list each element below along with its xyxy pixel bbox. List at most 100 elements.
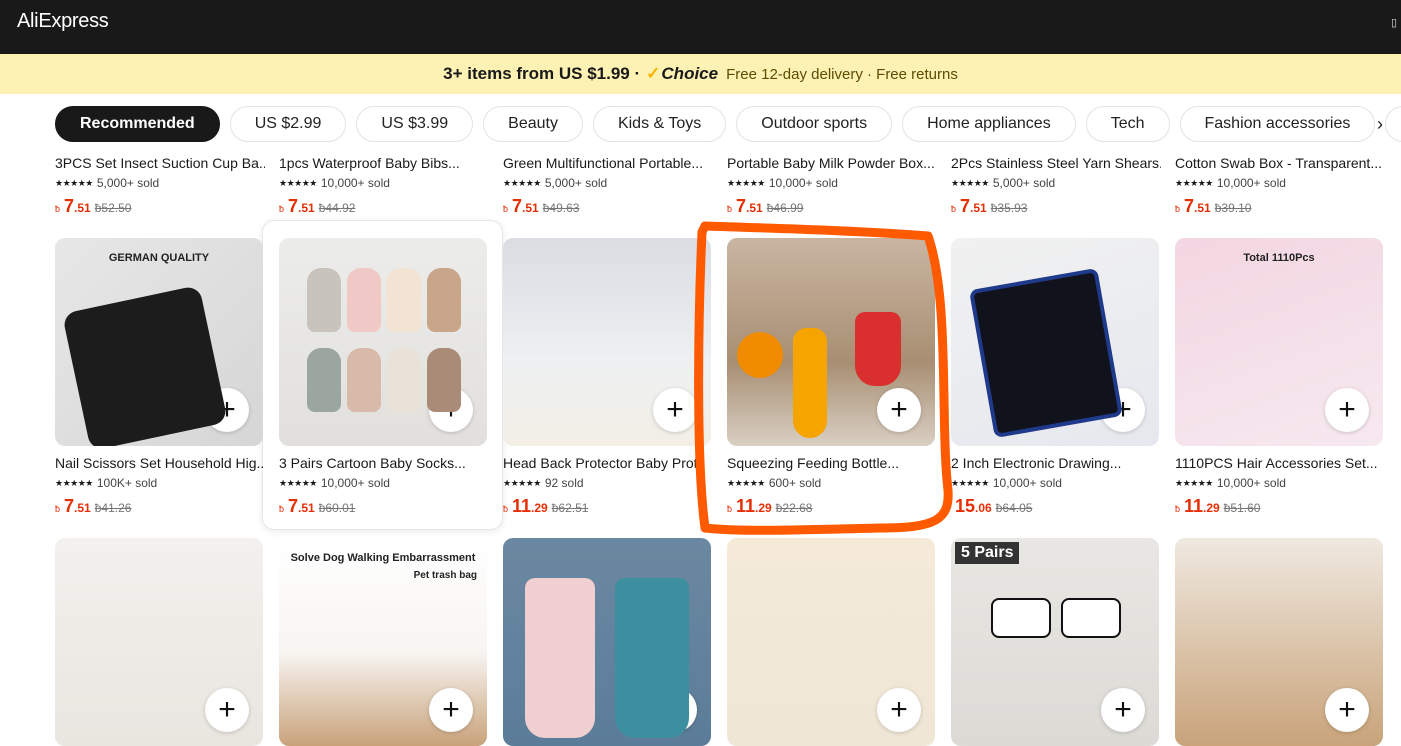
- rating-stars-icon: ★★★★★: [727, 477, 765, 488]
- product-rating: ★★★★★ 92 sold: [503, 476, 584, 490]
- sold-count: 10,000+ sold: [320, 176, 390, 190]
- category-chip[interactable]: US $3.99: [356, 106, 474, 142]
- product-price: ƀ 7 .51 ƀ52.50: [55, 196, 131, 217]
- add-to-cart-icon[interactable]: +: [653, 388, 697, 432]
- aliexpress-logo[interactable]: AliExpress: [17, 10, 109, 33]
- add-to-cart-icon[interactable]: +: [429, 688, 473, 732]
- price-decimal: .29: [531, 501, 548, 515]
- price-decimal: .51: [970, 201, 987, 215]
- original-price: ƀ22.68: [775, 501, 813, 515]
- product-rating: ★★★★★ 10,000+ sold: [1175, 476, 1286, 490]
- category-chip[interactable]: Beauty: [483, 106, 583, 142]
- product-image[interactable]: +: [279, 238, 487, 446]
- price-integer: 7: [960, 196, 971, 216]
- original-price: ƀ41.26: [94, 501, 132, 515]
- sock-shape: [387, 348, 421, 412]
- rating-stars-icon: ★★★★★: [951, 477, 989, 488]
- product-image[interactable]: +: [55, 538, 263, 746]
- currency-symbol: ƀ: [55, 204, 61, 214]
- orange-shape: [737, 332, 783, 378]
- category-chip[interactable]: Recommended: [55, 106, 220, 142]
- category-chip-bar: Recommended US $2.99 US $3.99 Beauty Kids & …: [55, 106, 1401, 142]
- bottle-shape: [855, 312, 901, 386]
- currency-symbol: ƀ: [279, 504, 285, 514]
- price-integer: 7: [64, 496, 75, 516]
- original-price: ƀ44.92: [318, 201, 356, 215]
- product-image[interactable]: Total 1110Pcs +: [1175, 238, 1383, 446]
- price-integer: 11: [512, 496, 532, 516]
- currency-symbol: ƀ: [55, 504, 61, 514]
- promo-headline: 3+ items from US $1.99 ·: [443, 64, 641, 83]
- product-title[interactable]: 2 Inch Electronic Drawing...: [951, 455, 1161, 471]
- sold-count: 600+ sold: [768, 476, 822, 490]
- qr-code-icon[interactable]: ▯: [1391, 16, 1401, 30]
- rating-stars-icon: ★★★★★: [503, 477, 541, 488]
- product-image[interactable]: +: [503, 538, 711, 746]
- product-rating: ★★★★★ 5,000+ sold: [503, 176, 607, 190]
- product-title[interactable]: 1110PCS Hair Accessories Set...: [1175, 455, 1385, 471]
- choice-badge: ✓ Choice: [646, 64, 718, 84]
- sock-shape: [991, 598, 1051, 638]
- product-image[interactable]: +: [727, 538, 935, 746]
- category-chip[interactable]: Fashion accessories: [1179, 106, 1376, 142]
- original-price: ƀ60.01: [318, 501, 356, 515]
- product-image[interactable]: +: [727, 238, 935, 446]
- price-decimal: .29: [755, 501, 772, 515]
- rating-stars-icon: ★★★★★: [951, 177, 989, 188]
- original-price: ƀ35.93: [990, 201, 1028, 215]
- rating-stars-icon: ★★★★★: [1175, 477, 1213, 488]
- currency-symbol: ƀ: [1175, 204, 1181, 214]
- product-image[interactable]: +: [503, 238, 711, 446]
- add-to-cart-icon[interactable]: +: [877, 388, 921, 432]
- product-rating: ★★★★★ 5,000+ sold: [951, 176, 1055, 190]
- rating-stars-icon: ★★★★★: [1175, 177, 1213, 188]
- product-title[interactable]: Nail Scissors Set Household Hig...: [55, 455, 265, 471]
- add-to-cart-icon[interactable]: +: [205, 688, 249, 732]
- promo-subtext: Free 12-day delivery · Free returns: [726, 65, 958, 83]
- add-to-cart-icon[interactable]: +: [877, 688, 921, 732]
- product-image[interactable]: Solve Dog Walking Embarrassment Pet trash…: [279, 538, 487, 746]
- sold-count: 5,000+ sold: [96, 176, 160, 190]
- add-to-cart-icon[interactable]: +: [1325, 688, 1369, 732]
- sock-shape: [387, 268, 421, 332]
- product-title[interactable]: 3PCS Set Insect Suction Cup Ba...: [55, 155, 265, 171]
- sock-shape: [347, 348, 381, 412]
- chevron-right-icon[interactable]: ›: [1368, 112, 1392, 136]
- product-price: ƀ 7 .51 ƀ41.26: [55, 496, 131, 517]
- rating-stars-icon: ★★★★★: [279, 177, 317, 188]
- product-title[interactable]: Squeezing Feeding Bottle...: [727, 455, 937, 471]
- product-title[interactable]: Cotton Swab Box - Transparent...: [1175, 155, 1385, 171]
- currency-symbol: ƀ: [279, 204, 285, 214]
- product-price: ƀ 7 .51 ƀ44.92: [279, 196, 355, 217]
- product-title[interactable]: 1pcs Waterproof Baby Bibs...: [279, 155, 489, 171]
- currency-symbol: ƀ: [727, 504, 733, 514]
- product-title[interactable]: Green Multifunctional Portable...: [503, 155, 713, 171]
- rating-stars-icon: ★★★★★: [55, 177, 93, 188]
- original-price: ƀ46.99: [766, 201, 804, 215]
- category-chip[interactable]: Kids & Toys: [592, 106, 727, 142]
- product-price: ƀ 11 .29 ƀ62.51: [503, 496, 588, 517]
- product-title[interactable]: Head Back Protector Baby Prot: [503, 455, 713, 471]
- product-image[interactable]: GERMAN QUALITY +: [55, 238, 263, 446]
- choice-promo-banner[interactable]: 3+ items from US $1.99 · ✓ Choice Free 12…: [0, 54, 1401, 94]
- add-to-cart-icon[interactable]: +: [1325, 388, 1369, 432]
- price-integer: 7: [64, 196, 75, 216]
- add-to-cart-icon[interactable]: +: [1101, 688, 1145, 732]
- sold-count: 10,000+ sold: [768, 176, 838, 190]
- rating-stars-icon: ★★★★★: [503, 177, 541, 188]
- rating-stars-icon: ★★★★★: [55, 477, 93, 488]
- sold-count: 5,000+ sold: [544, 176, 608, 190]
- product-price: ƀ 7 .51 ƀ60.01: [279, 496, 355, 517]
- product-image[interactable]: 5 Pairs +: [951, 538, 1159, 746]
- image-caption: Total 1110Pcs: [1243, 252, 1315, 264]
- product-image[interactable]: +: [1175, 538, 1383, 746]
- category-chip[interactable]: Tech: [1085, 106, 1170, 142]
- product-title[interactable]: 2Pcs Stainless Steel Yarn Shears...: [951, 155, 1161, 171]
- product-title[interactable]: 3 Pairs Cartoon Baby Socks...: [279, 455, 489, 471]
- product-image[interactable]: +: [951, 238, 1159, 446]
- check-icon: ✓: [646, 64, 661, 83]
- category-chip[interactable]: Outdoor sports: [736, 106, 893, 142]
- category-chip[interactable]: US $2.99: [229, 106, 347, 142]
- product-title[interactable]: Portable Baby Milk Powder Box...: [727, 155, 937, 171]
- category-chip[interactable]: Home appliances: [902, 106, 1076, 142]
